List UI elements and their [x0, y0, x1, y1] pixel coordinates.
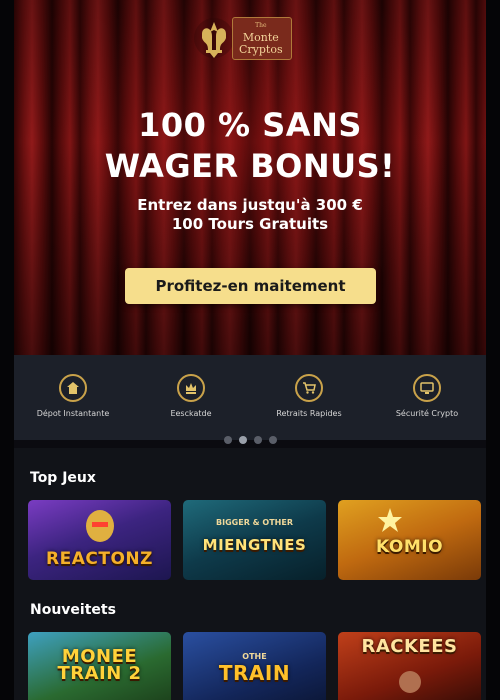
brand-wordmark: The Monte Cryptos — [232, 16, 292, 60]
game-tile[interactable]: BIGGER & OTHER MIENGTNES — [183, 500, 326, 580]
top-games-title: Top Jeux — [30, 470, 96, 486]
feature-label: Retraits Rapides — [276, 409, 342, 418]
game-tile[interactable]: REACTONZ — [28, 500, 171, 580]
top-games-row: REACTONZ BIGGER & OTHER MIENGTNES KOMIO — [28, 500, 481, 580]
home-icon — [59, 374, 87, 402]
games-section: Top Jeux REACTONZ BIGGER & OTHER MIENGTN… — [14, 448, 486, 700]
hero-subtitle-line1: Entrez dans justqu'à 300 € — [137, 196, 363, 214]
game-title: MONEE TRAIN 2 — [57, 646, 142, 684]
character-portrait-icon — [399, 671, 421, 693]
game-tile[interactable]: RACKEES — [338, 632, 481, 700]
game-subtitle: BIGGER & OTHER — [216, 518, 293, 527]
features-bar: Dépot Instantante Eesckatde Retraits Rap… — [14, 355, 486, 440]
carousel-dots — [14, 436, 486, 444]
game-title: RACKEES — [361, 636, 458, 657]
game-title: MIENGTNES — [202, 536, 307, 554]
hero-banner: The Monte Cryptos 100 % SANS WAGER BONUS… — [14, 0, 486, 355]
feature-label: Eesckatde — [170, 409, 212, 418]
game-subtitle: OTHE — [242, 652, 267, 661]
carousel-dot-active[interactable] — [238, 436, 247, 444]
game-tile[interactable]: MONEE TRAIN 2 — [28, 632, 171, 700]
carousel-dot[interactable] — [223, 436, 232, 444]
hero-headline-line2: WAGER BONUS! — [104, 147, 396, 185]
hero-headline-line1: 100 % SANS — [138, 106, 362, 144]
feature-instant-deposit[interactable]: Dépot Instantante — [18, 374, 128, 418]
game-title: REACTONZ — [46, 549, 153, 569]
game-title: TRAIN — [218, 661, 291, 685]
feature-label: Sécurité Crypto — [395, 409, 459, 418]
carousel-dot[interactable] — [268, 436, 277, 444]
new-games-row: MONEE TRAIN 2 OTHE TRAIN RACKEES — [28, 632, 481, 700]
crown-icon — [177, 374, 205, 402]
feature-fast-withdrawals[interactable]: Retraits Rapides — [254, 374, 364, 418]
monitor-icon — [413, 374, 441, 402]
game-tile[interactable]: KOMIO — [338, 500, 481, 580]
feature-exclusive[interactable]: Eesckatde — [136, 374, 246, 418]
cart-icon — [295, 374, 323, 402]
feature-label: Dépot Instantante — [36, 409, 110, 418]
claim-bonus-button[interactable]: Profitez-en maitement — [125, 268, 376, 304]
game-title: KOMIO — [375, 537, 444, 557]
game-tile[interactable]: OTHE TRAIN — [183, 632, 326, 700]
star-icon — [378, 508, 402, 532]
brand-name-line2: Cryptos — [239, 42, 283, 56]
alien-character-icon — [86, 510, 114, 542]
fleur-logo-icon — [194, 18, 234, 58]
hero-subtitle-line2: 100 Tours Gratuits — [171, 215, 329, 233]
carousel-dot[interactable] — [253, 436, 262, 444]
new-games-title: Nouveitets — [30, 602, 116, 618]
feature-crypto-security[interactable]: Sécurité Crypto — [372, 374, 482, 418]
brand-logo[interactable]: The Monte Cryptos — [192, 16, 328, 60]
app-frame: The Monte Cryptos 100 % SANS WAGER BONUS… — [0, 0, 500, 700]
